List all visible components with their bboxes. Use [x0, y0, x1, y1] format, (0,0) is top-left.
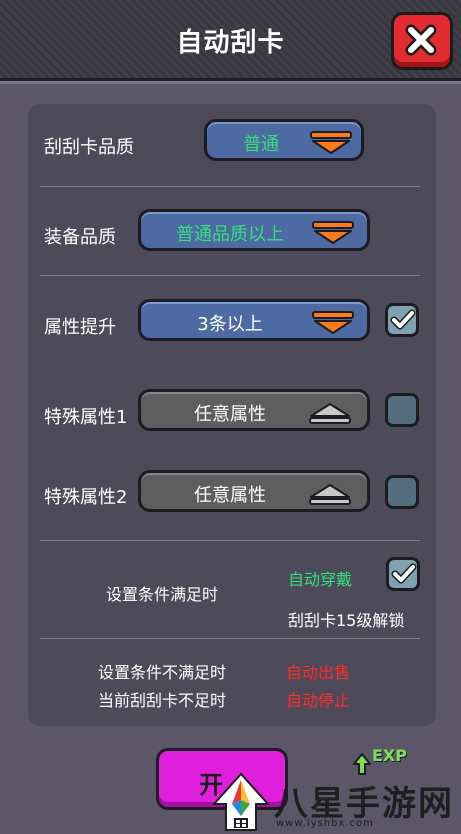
checkmark-icon: [391, 563, 417, 584]
card-quality-dropdown[interactable]: 普通: [204, 119, 364, 161]
triangle-up-icon: [309, 403, 351, 424]
special-attr-2-dropdown[interactable]: 任意属性: [138, 470, 370, 512]
watermark-url: www.lyshbx.com: [276, 818, 374, 829]
special-attr-1-value: 任意属性: [194, 404, 266, 425]
condition-met-label: 设置条件满足时: [106, 585, 219, 604]
special-attr-2-value: 任意属性: [194, 485, 266, 506]
divider: [40, 540, 420, 541]
attr-upgrade-checkbox[interactable]: [385, 303, 419, 337]
auto-equip-checkbox[interactable]: [386, 557, 420, 591]
attr-upgrade-value: 3条以上: [197, 314, 263, 335]
auto-stop-text: 自动停止: [286, 691, 351, 710]
title-bar: 自动刮卡: [0, 0, 461, 81]
equip-quality-value: 普通品质以上: [176, 224, 284, 245]
card-quality-label: 刮刮卡品质: [44, 137, 134, 158]
house-logo-icon: [212, 772, 270, 831]
auto-equip-option: 自动穿戴: [288, 570, 353, 589]
attr-upgrade-dropdown[interactable]: 3条以上: [138, 299, 370, 341]
special-attr-1-label: 特殊属性1: [44, 407, 128, 428]
chevron-down-icon: [312, 311, 354, 334]
special-attr-2-label: 特殊属性2: [44, 487, 128, 508]
special-attr-1-checkbox[interactable]: [385, 393, 419, 427]
equip-quality-dropdown[interactable]: 普通品质以上: [138, 209, 370, 251]
attr-upgrade-label: 属性提升: [44, 317, 116, 338]
watermark: 八星手游网 www.lyshbx.com: [212, 768, 461, 834]
equip-quality-label: 装备品质: [44, 227, 116, 248]
divider: [40, 186, 420, 187]
exp-label: EXP: [372, 746, 407, 765]
divider: [40, 638, 420, 639]
divider: [40, 275, 420, 276]
triangle-up-icon: [309, 484, 351, 505]
chevron-down-icon: [310, 131, 352, 154]
condition-unmet-label: 设置条件不满足时: [98, 663, 227, 682]
card-insufficient-label: 当前刮刮卡不足时: [98, 691, 227, 710]
special-attr-1-dropdown[interactable]: 任意属性: [138, 389, 370, 431]
special-attr-2-checkbox[interactable]: [385, 475, 419, 509]
checkmark-icon: [390, 309, 416, 330]
close-x-icon: [405, 24, 437, 56]
unlock-note: 刮刮卡15级解锁: [288, 611, 405, 630]
card-quality-value: 普通: [243, 134, 279, 155]
auto-sell-text: 自动出售: [286, 663, 351, 682]
close-button[interactable]: [391, 12, 453, 70]
chevron-down-icon: [312, 221, 354, 244]
